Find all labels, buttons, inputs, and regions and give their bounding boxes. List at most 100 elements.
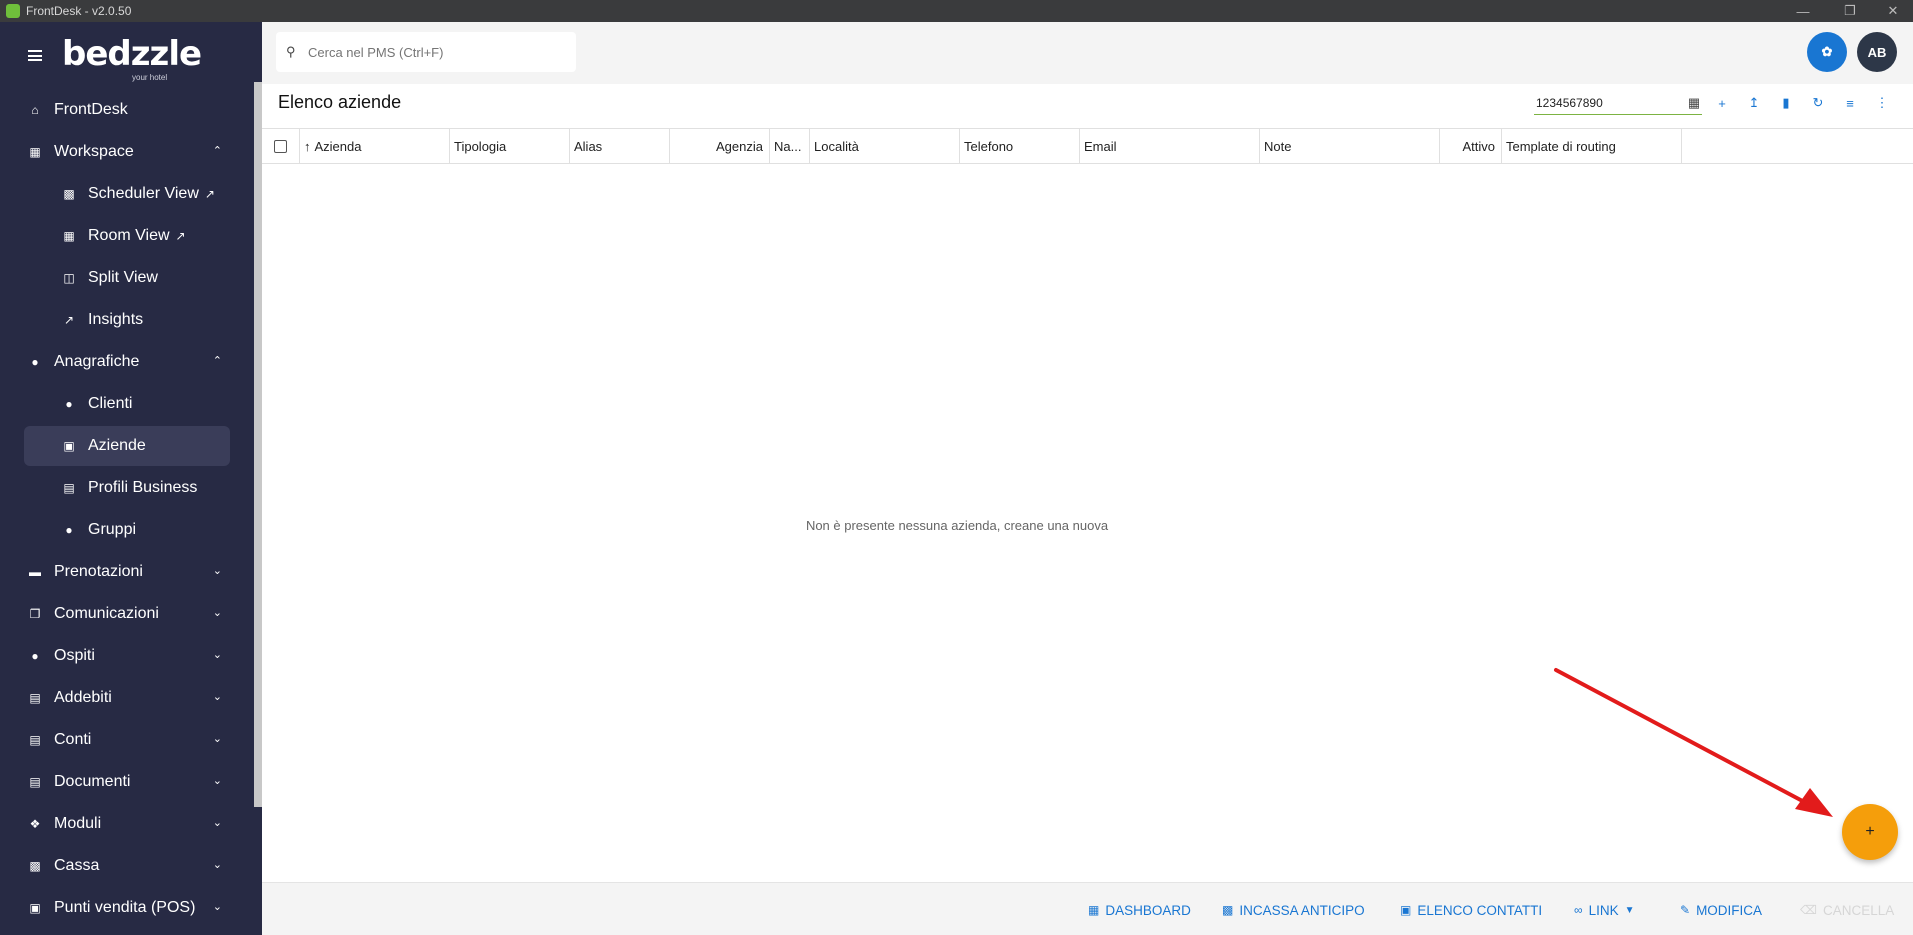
column-header-agenzia[interactable]: Agenzia: [670, 129, 770, 163]
app-icon: [6, 4, 20, 18]
more-vert-icon[interactable]: ⋮: [1873, 94, 1891, 112]
user-avatar[interactable]: AB: [1857, 32, 1897, 72]
sidebar-item-pos[interactable]: ▣ Punti vendita (POS) ⌄: [24, 888, 230, 928]
person-icon: ●: [65, 397, 73, 411]
sidebar-item-gruppi[interactable]: ● Gruppi: [24, 510, 230, 550]
top-bar: ⚲ ✿ AB: [262, 22, 1913, 84]
group-icon: ●: [65, 523, 73, 537]
sidebar-item-anagrafiche[interactable]: ● Anagrafiche ⌃: [24, 342, 230, 382]
minimize-icon[interactable]: —: [1783, 0, 1823, 22]
column-header-alias[interactable]: Alias: [570, 129, 670, 163]
chevron-down-icon: ⌄: [212, 691, 222, 703]
button-label: CANCELLA: [1822, 902, 1895, 918]
column-label: Alias: [574, 138, 603, 154]
delete-icon: ⌫: [1800, 903, 1817, 917]
sidebar-item-workspace[interactable]: ▦ Workspace ⌃: [24, 132, 230, 172]
column-label: Attivo: [1462, 138, 1495, 154]
chevron-down-icon: ⌄: [212, 649, 222, 661]
column-header-nazione[interactable]: Na...: [770, 129, 810, 163]
sidebar-scrollbar-thumb[interactable]: [254, 82, 262, 807]
sidebar-item-addebiti[interactable]: ▤ Addebiti ⌄: [24, 678, 230, 718]
button-label: DASHBOARD: [1105, 902, 1191, 918]
annotation-arrow: [1554, 668, 1833, 817]
sidebar-item-moduli[interactable]: ❖ Moduli ⌄: [24, 804, 230, 844]
menu-icon[interactable]: [28, 50, 42, 61]
cash-icon: ▩: [29, 859, 41, 873]
caret-down-icon: ▼: [1624, 904, 1635, 916]
search-icon: ⚲: [286, 44, 296, 59]
restore-icon[interactable]: ❐: [1830, 0, 1870, 22]
puzzle-icon: ❖: [29, 817, 41, 831]
bag-icon: ▣: [29, 901, 41, 915]
column-header-telefono[interactable]: Telefono: [960, 129, 1080, 163]
select-all-checkbox[interactable]: [274, 139, 287, 153]
column-header-azienda[interactable]: ↑ Azienda: [300, 129, 450, 163]
column-header-note[interactable]: Note: [1260, 129, 1440, 163]
columns-icon[interactable]: ▮: [1777, 94, 1795, 112]
list-icon: ▤: [29, 691, 41, 705]
column-header-localita[interactable]: Località: [810, 129, 960, 163]
elenco-contatti-button[interactable]: ▣ ELENCO CONTATTI: [1400, 901, 1542, 919]
window-title: FrontDesk - v2.0.50: [26, 4, 132, 18]
sidebar-item-comunicazioni[interactable]: ❐ Comunicazioni ⌄: [24, 594, 230, 634]
grid-icon: ▦: [63, 229, 75, 243]
webhook-icon: ✿: [1821, 44, 1833, 59]
calculator-icon[interactable]: ▦: [1685, 94, 1703, 112]
chevron-down-icon: ⌄: [212, 775, 222, 787]
filter-icon[interactable]: ≡: [1841, 94, 1859, 112]
external-link-icon: ↗: [204, 187, 215, 201]
sidebar-item-label: Split View: [88, 269, 158, 286]
dashboard-icon: ▦: [29, 145, 41, 159]
export-icon[interactable]: ↥: [1745, 94, 1763, 112]
dashboard-button[interactable]: ▦ DASHBOARD: [1088, 901, 1191, 919]
column-label: Na...: [774, 138, 802, 154]
sort-up-icon: ↑: [304, 138, 311, 154]
sidebar-item-split-view[interactable]: ◫ Split View: [24, 258, 230, 298]
global-search[interactable]: ⚲: [276, 32, 576, 72]
add-company-fab[interactable]: +: [1842, 804, 1898, 860]
column-header-attivo[interactable]: Attivo: [1440, 129, 1502, 163]
add-icon[interactable]: +: [1713, 94, 1731, 112]
incassa-anticipo-button[interactable]: ▩ INCASSA ANTICIPO: [1222, 901, 1365, 919]
sidebar-item-insights[interactable]: ↗ Insights: [24, 300, 230, 340]
sidebar-item-label: Workspace: [54, 143, 134, 160]
home-icon: ⌂: [31, 103, 39, 117]
sidebar-item-documenti[interactable]: ▤ Documenti ⌄: [24, 762, 230, 802]
sidebar-item-prenotazioni[interactable]: ▬ Prenotazioni ⌄: [24, 552, 230, 592]
sidebar-item-room-view[interactable]: ▦ Room View ↗: [24, 216, 230, 256]
column-header-tipologia[interactable]: Tipologia: [450, 129, 570, 163]
business-icon: ▤: [63, 481, 75, 495]
link-icon: ∞: [1574, 903, 1583, 917]
sidebar-item-conti[interactable]: ▤ Conti ⌄: [24, 720, 230, 760]
sidebar-item-profili-business[interactable]: ▤ Profili Business: [24, 468, 230, 508]
cash-icon: ▩: [1222, 903, 1234, 917]
grid-header: ↑ Azienda Tipologia Alias Agenzia Na... …: [262, 128, 1913, 164]
dashboard-icon: ▦: [1088, 903, 1100, 917]
sidebar-scrollbar[interactable]: [254, 22, 262, 935]
split-icon: ◫: [63, 271, 75, 285]
chevron-down-icon: ⌄: [212, 817, 222, 829]
button-label: LINK: [1588, 902, 1619, 918]
sidebar: bedzzle your hotel ⌂ FrontDesk ▦ Workspa…: [0, 22, 262, 935]
sidebar-item-ospiti[interactable]: ● Ospiti ⌄: [24, 636, 230, 676]
sidebar-item-label: Insights: [88, 311, 144, 328]
logo: bedzzle: [62, 34, 202, 74]
column-header-template-routing[interactable]: Template di routing: [1502, 129, 1682, 163]
sidebar-item-label: Addebiti: [54, 689, 112, 706]
modifica-button[interactable]: ✎ MODIFICA: [1680, 901, 1762, 919]
cancella-button[interactable]: ⌫ CANCELLA: [1800, 901, 1894, 919]
sidebar-item-cassa[interactable]: ▩ Cassa ⌄: [24, 846, 230, 886]
column-header-email[interactable]: Email: [1080, 129, 1260, 163]
bed-icon: ▬: [29, 565, 41, 579]
sidebar-item-aziende[interactable]: ▣ Aziende: [24, 426, 230, 466]
sidebar-item-clienti[interactable]: ● Clienti: [24, 384, 230, 424]
sidebar-item-frontdesk[interactable]: ⌂ FrontDesk: [24, 90, 230, 130]
search-input[interactable]: [308, 44, 568, 60]
refresh-icon[interactable]: ↻: [1809, 94, 1827, 112]
column-label: Azienda: [314, 138, 362, 154]
close-icon[interactable]: ✕: [1873, 0, 1913, 22]
link-button[interactable]: ∞ LINK ▼: [1574, 901, 1634, 919]
sidebar-item-scheduler-view[interactable]: ▩ Scheduler View ↗: [24, 174, 230, 214]
grid-filter-input[interactable]: [1534, 91, 1702, 115]
webhook-button[interactable]: ✿: [1807, 32, 1847, 72]
